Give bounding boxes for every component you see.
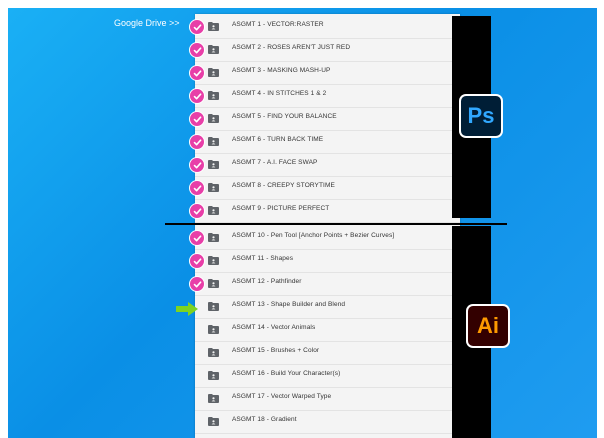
shared-folder-icon bbox=[208, 233, 219, 242]
section-divider bbox=[165, 223, 507, 225]
completed-checkmark-icon bbox=[189, 157, 205, 173]
shared-folder-icon bbox=[208, 302, 219, 311]
assignment-folder-label: ASGMT 1 - VECTOR:RASTER bbox=[232, 21, 324, 28]
assignment-folder-row[interactable]: ASGMT 8 - CREEPY STORYTIME bbox=[195, 177, 460, 200]
shared-folder-icon bbox=[208, 417, 219, 426]
assignment-folder-label: ASGMT 13 - Shape Builder and Blend bbox=[232, 301, 346, 308]
assignment-folder-row[interactable]: ASGMT 12 - Pathfinder bbox=[195, 273, 460, 296]
assignment-folder-row[interactable]: ASGMT 18 - Gradient bbox=[195, 411, 460, 434]
assignment-folder-row[interactable]: ASGMT 2 - ROSES AREN'T JUST RED bbox=[195, 39, 460, 62]
assignment-folder-row[interactable]: ASGMT 15 - Brushes + Color bbox=[195, 342, 460, 365]
completed-checkmark-icon bbox=[189, 180, 205, 196]
completed-checkmark-icon bbox=[189, 65, 205, 81]
illustrator-logo-icon: Ai bbox=[468, 306, 508, 346]
shared-folder-icon bbox=[208, 114, 219, 123]
completed-checkmark-icon bbox=[189, 88, 205, 104]
assignment-folder-label: ASGMT 5 - FIND YOUR BALANCE bbox=[232, 113, 337, 120]
completed-checkmark-icon bbox=[189, 42, 205, 58]
assignment-folder-label: ASGMT 3 - MASKING MASH-UP bbox=[232, 67, 331, 74]
completed-checkmark-icon bbox=[189, 230, 205, 246]
shared-folder-icon bbox=[208, 68, 219, 77]
shared-folder-icon bbox=[208, 45, 219, 54]
current-assignment-arrow-icon bbox=[176, 302, 198, 316]
assignment-folder-label: ASGMT 8 - CREEPY STORYTIME bbox=[232, 182, 335, 189]
assignment-folder-row[interactable]: ASGMT 11 - Shapes bbox=[195, 250, 460, 273]
assignment-folder-label: ASGMT 18 - Gradient bbox=[232, 416, 297, 423]
shared-folder-icon bbox=[208, 137, 219, 146]
shared-folder-icon bbox=[208, 348, 219, 357]
completed-checkmark-icon bbox=[189, 253, 205, 269]
shared-folder-icon bbox=[208, 394, 219, 403]
assignment-folder-row[interactable]: ASGMT 3 - MASKING MASH-UP bbox=[195, 62, 460, 85]
assignment-folder-row[interactable]: ASGMT 14 - Vector Animals bbox=[195, 319, 460, 342]
assignment-folder-label: ASGMT 12 - Pathfinder bbox=[232, 278, 302, 285]
assignment-folder-row[interactable]: ASGMT 7 - A.I. FACE SWAP bbox=[195, 154, 460, 177]
assignment-folder-label: ASGMT 11 - Shapes bbox=[232, 255, 294, 262]
completed-checkmark-icon bbox=[189, 111, 205, 127]
assignment-folder-row[interactable]: ASGMT 9 - PICTURE PERFECT bbox=[195, 200, 460, 223]
shared-folder-icon bbox=[208, 325, 219, 334]
assignment-folder-label: ASGMT 16 - Build Your Character(s) bbox=[232, 370, 341, 377]
assignment-folder-label: ASGMT 2 - ROSES AREN'T JUST RED bbox=[232, 44, 351, 51]
assignment-folder-label: ASGMT 4 - IN STITCHES 1 & 2 bbox=[232, 90, 327, 97]
shared-folder-icon bbox=[208, 22, 219, 31]
assignment-folder-label: ASGMT 7 - A.I. FACE SWAP bbox=[232, 159, 318, 166]
google-drive-link[interactable]: Google Drive >> bbox=[114, 18, 180, 28]
shared-folder-icon bbox=[208, 279, 219, 288]
assignment-folder-row[interactable]: ASGMT 16 - Build Your Character(s) bbox=[195, 365, 460, 388]
assignment-folder-row[interactable]: ASGMT 1 - VECTOR:RASTER bbox=[195, 16, 460, 39]
assignment-folder-row[interactable]: ASGMT 4 - IN STITCHES 1 & 2 bbox=[195, 85, 460, 108]
completed-checkmark-icon bbox=[189, 19, 205, 35]
assignment-folder-row[interactable]: ASGMT 17 - Vector Warped Type bbox=[195, 388, 460, 411]
assignment-folder-row[interactable]: ASGMT 6 - TURN BACK TIME bbox=[195, 131, 460, 154]
assignment-folder-label: ASGMT 14 - Vector Animals bbox=[232, 324, 316, 331]
shared-folder-icon bbox=[208, 256, 219, 265]
completed-checkmark-icon bbox=[189, 134, 205, 150]
assignment-folder-list: ASGMT 1 - VECTOR:RASTER ASGMT 2 - ROSES A… bbox=[195, 14, 460, 438]
assignment-folder-label: ASGMT 10 - Pen Tool [Anchor Points + Bez… bbox=[232, 232, 395, 239]
assignment-folder-row[interactable]: ASGMT 13 - Shape Builder and Blend bbox=[195, 296, 460, 319]
shared-folder-icon bbox=[208, 91, 219, 100]
assignment-folder-label: ASGMT 17 - Vector Warped Type bbox=[232, 393, 332, 400]
completed-checkmark-icon bbox=[189, 203, 205, 219]
shared-folder-icon bbox=[208, 160, 219, 169]
shared-folder-icon bbox=[208, 371, 219, 380]
shared-folder-icon bbox=[208, 183, 219, 192]
photoshop-logo-icon: Ps bbox=[461, 96, 501, 136]
assignment-folder-row[interactable]: ASGMT 5 - FIND YOUR BALANCE bbox=[195, 108, 460, 131]
assignment-folder-label: ASGMT 9 - PICTURE PERFECT bbox=[232, 205, 330, 212]
completed-checkmark-icon bbox=[189, 276, 205, 292]
assignment-folder-label: ASGMT 6 - TURN BACK TIME bbox=[232, 136, 324, 143]
shared-folder-icon bbox=[208, 206, 219, 215]
assignment-folder-label: ASGMT 15 - Brushes + Color bbox=[232, 347, 320, 354]
slide-background: Google Drive >> ASGMT 1 - VECTOR:RASTER A… bbox=[8, 8, 597, 438]
assignment-folder-row[interactable]: ASGMT 10 - Pen Tool [Anchor Points + Bez… bbox=[195, 227, 460, 250]
